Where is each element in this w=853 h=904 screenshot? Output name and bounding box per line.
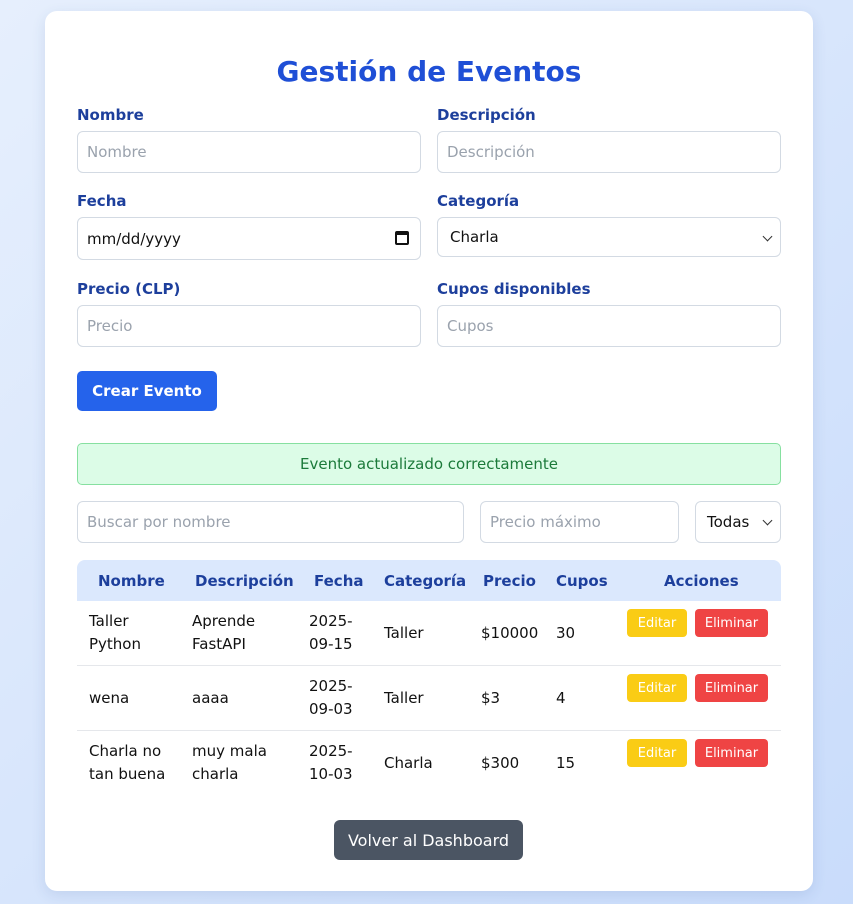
- events-table: Nombre Descripción Fecha Categoría Preci…: [77, 560, 781, 796]
- header-categoria: Categoría: [384, 572, 467, 590]
- categoria-select[interactable]: Charla: [437, 217, 781, 257]
- header-precio: Precio: [483, 572, 536, 590]
- crear-evento-button[interactable]: Crear Evento: [77, 371, 217, 411]
- descripcion-label: Descripción: [437, 106, 536, 124]
- fecha-input[interactable]: mm/dd/yyyy: [77, 217, 421, 260]
- descripcion-input[interactable]: Descripción: [437, 131, 781, 173]
- categoria-value: Charla: [450, 228, 499, 246]
- cell-categoria: Taller: [384, 689, 424, 707]
- chevron-down-icon: [762, 231, 773, 242]
- header-descripcion: Descripción: [195, 572, 294, 590]
- edit-button[interactable]: Editar: [627, 609, 687, 637]
- fecha-label: Fecha: [77, 192, 127, 210]
- cell-nombre: wena: [89, 689, 130, 707]
- cell-descripcion: muy mala charla: [192, 742, 267, 783]
- calendar-icon[interactable]: [395, 231, 409, 245]
- cell-nombre: Charla no tan buena: [89, 742, 166, 783]
- cupos-input[interactable]: Cupos: [437, 305, 781, 347]
- cell-fecha: 2025- 09-15: [309, 612, 353, 653]
- chevron-down-icon: [762, 515, 773, 526]
- categoria-label: Categoría: [437, 192, 520, 210]
- cell-fecha: 2025- 09-03: [309, 677, 353, 718]
- nombre-label: Nombre: [77, 106, 144, 124]
- header-nombre: Nombre: [98, 572, 165, 590]
- cell-fecha: 2025- 10-03: [309, 742, 353, 783]
- cell-cupos: 30: [556, 624, 576, 642]
- table-header: Nombre Descripción Fecha Categoría Preci…: [77, 560, 781, 601]
- cell-cupos: 4: [556, 689, 566, 707]
- cell-descripcion: aaaa: [192, 689, 229, 707]
- delete-button[interactable]: Eliminar: [695, 674, 768, 702]
- table-row: Taller Python Aprende FastAPI 2025- 09-15 T…: [77, 601, 781, 666]
- delete-button[interactable]: Eliminar: [695, 739, 768, 767]
- cell-descripcion: Aprende FastAPI: [192, 612, 256, 653]
- table-row: wena aaaa 2025- 09-03 Taller $3 4 Editar …: [77, 666, 781, 731]
- delete-button[interactable]: Eliminar: [695, 609, 768, 637]
- category-filter-value: Todas: [707, 513, 750, 531]
- edit-button[interactable]: Editar: [627, 739, 687, 767]
- table-row: Charla no tan buena muy mala charla 2025- 1…: [77, 731, 781, 796]
- back-to-dashboard-button[interactable]: Volver al Dashboard: [334, 820, 523, 860]
- search-input[interactable]: Buscar por nombre: [77, 501, 464, 543]
- events-card: Gestión de Eventos Nombre Nombre Descrip…: [45, 11, 813, 891]
- cupos-label: Cupos disponibles: [437, 280, 591, 298]
- header-acciones: Acciones: [664, 572, 739, 590]
- cell-nombre: Taller Python: [89, 612, 141, 653]
- cell-precio: $10000: [481, 624, 539, 642]
- page-title: Gestión de Eventos: [276, 55, 582, 88]
- precio-label: Precio (CLP): [77, 280, 181, 298]
- max-price-input[interactable]: Precio máximo: [480, 501, 679, 543]
- success-alert: Evento actualizado correctamente: [77, 443, 781, 485]
- cell-categoria: Taller: [384, 624, 424, 642]
- precio-input[interactable]: Precio: [77, 305, 421, 347]
- header-fecha: Fecha: [314, 572, 364, 590]
- cell-precio: $300: [481, 754, 520, 772]
- header-cupos: Cupos: [556, 572, 608, 590]
- cell-precio: $3: [481, 689, 501, 707]
- cell-categoria: Charla: [384, 754, 433, 772]
- nombre-input[interactable]: Nombre: [77, 131, 421, 173]
- category-filter-select[interactable]: Todas: [695, 501, 781, 543]
- edit-button[interactable]: Editar: [627, 674, 687, 702]
- fecha-value: mm/dd/yyyy: [87, 229, 181, 248]
- cell-cupos: 15: [556, 754, 576, 772]
